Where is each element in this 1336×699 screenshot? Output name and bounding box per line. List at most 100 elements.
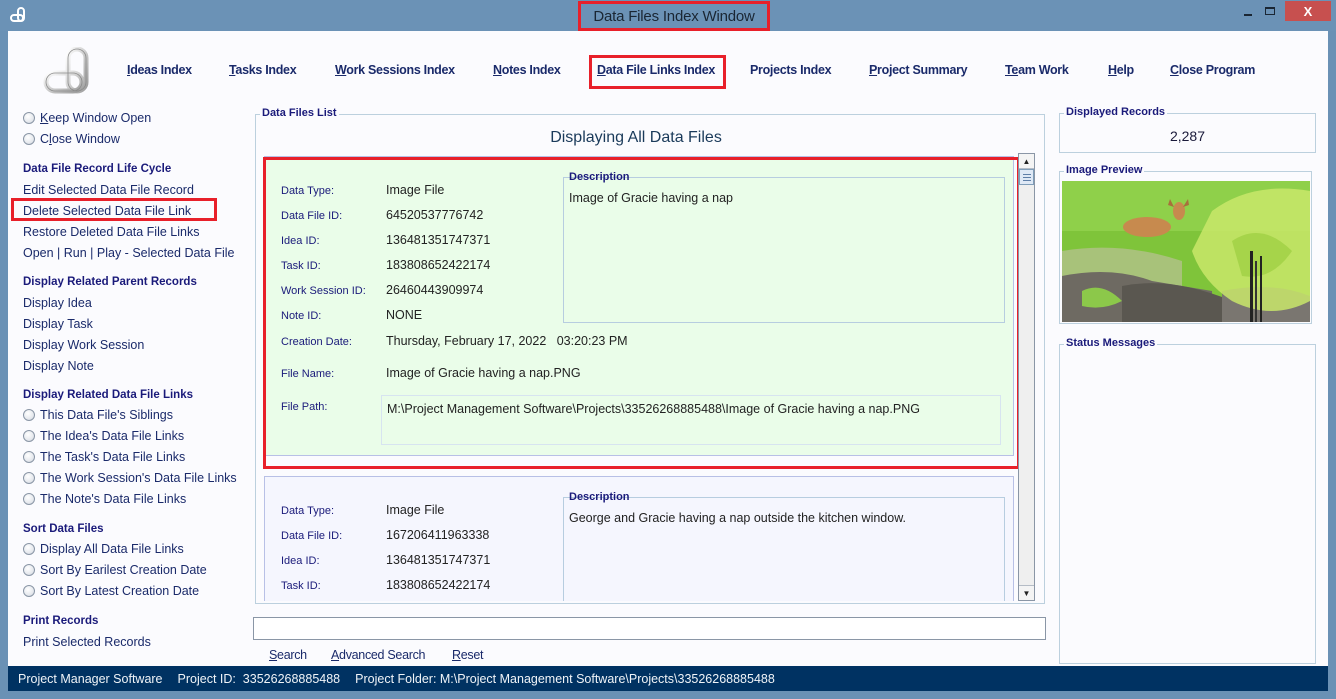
value-creation-date: Thursday, February 17, 2022 03:20:23 PM — [386, 334, 628, 348]
description-box: Description Image of Gracie having a nap — [563, 171, 1005, 323]
list-heading: Displaying All Data Files — [550, 129, 722, 146]
radio-icon — [23, 472, 35, 484]
records-list: Data Type: Image File Data File ID: 6452… — [264, 153, 1019, 601]
app-logo-icon — [10, 7, 25, 22]
search-input[interactable] — [253, 617, 1046, 640]
section-heading-sort: Sort Data Files — [23, 523, 104, 535]
scroll-thumb[interactable] — [1019, 169, 1034, 185]
radio-sort-latest[interactable]: Sort By Latest Creation Date — [23, 584, 199, 598]
minimize-button[interactable] — [1236, 0, 1260, 21]
edit-selected-record-link[interactable]: Edit Selected Data File Record — [23, 183, 194, 197]
status-project-id: Project ID: 33526268885488 — [177, 671, 341, 686]
displayed-records-group: Displayed Records 2,287 — [1059, 106, 1316, 153]
radio-icon — [23, 112, 35, 124]
record-card[interactable]: Data Type: Image File Data File ID: 1672… — [264, 476, 1014, 601]
radio-icon — [23, 451, 35, 463]
radio-work-session-links[interactable]: The Work Session's Data File Links — [23, 471, 237, 485]
description-label: Description — [569, 171, 630, 183]
status-messages-label: Status Messages — [1064, 337, 1158, 349]
close-button[interactable]: X — [1285, 1, 1331, 21]
delete-link-highlight-annotation — [11, 198, 217, 221]
label-data-type: Data Type: — [281, 185, 334, 197]
nav-ideas-index[interactable]: Ideas Index — [127, 63, 192, 77]
displayed-records-label: Displayed Records — [1064, 106, 1168, 118]
label-data-file-id: Data File ID: — [281, 530, 343, 542]
value-idea-id: 136481351747371 — [386, 553, 491, 567]
records-scrollbar[interactable]: ▲ ▼ — [1018, 153, 1035, 601]
value-data-type: Image File — [386, 503, 445, 517]
title-bar: Data Files Index Window X — [0, 0, 1336, 31]
nav-tasks-index[interactable]: Tasks Index — [229, 63, 297, 77]
section-heading-lifecycle: Data File Record Life Cycle — [23, 163, 172, 175]
file-path-box: M:\Project Management Software\Projects\… — [381, 395, 1001, 445]
displayed-records-value: 2,287 — [1169, 128, 1206, 144]
data-files-list-group: Data Files List Displaying All Data File… — [255, 107, 1045, 604]
chain-link-logo-icon — [43, 47, 89, 94]
data-files-list-label: Data Files List — [260, 107, 339, 119]
radio-keep-window-open[interactable]: Keep Window Open — [23, 111, 151, 125]
label-file-name: File Name: — [281, 368, 335, 380]
radio-icon — [23, 585, 35, 597]
radio-siblings[interactable]: This Data File's Siblings — [23, 408, 173, 422]
radio-icon — [23, 543, 35, 555]
reset-button[interactable]: Reset — [452, 648, 483, 662]
label-idea-id: Idea ID: — [281, 235, 320, 247]
value-data-type: Image File — [386, 183, 445, 197]
description-box: Description George and Gracie having a n… — [563, 491, 1005, 601]
section-heading-print: Print Records — [23, 615, 99, 627]
record-card[interactable]: Data Type: Image File Data File ID: 6452… — [264, 156, 1014, 456]
nav-notes-index[interactable]: Notes Index — [493, 63, 561, 77]
display-note-link[interactable]: Display Note — [23, 359, 94, 373]
section-heading-related: Display Related Data File Links — [23, 389, 194, 401]
status-project-folder: Project Folder: M:\Project Management So… — [355, 671, 775, 686]
radio-icon — [23, 133, 35, 145]
open-run-play-link[interactable]: Open | Run | Play - Selected Data File — [23, 246, 234, 260]
nav-project-summary[interactable]: Project Summary — [869, 63, 968, 77]
scroll-up-arrow-icon[interactable]: ▲ — [1019, 154, 1034, 169]
window-title: Data Files Index Window — [578, 1, 770, 31]
radio-close-window[interactable]: Cl ose Window — [23, 132, 120, 146]
radio-icon — [23, 409, 35, 421]
image-preview-label: Image Preview — [1064, 164, 1145, 176]
label-file-path: File Path: — [281, 401, 328, 413]
advanced-search-button[interactable]: Advanced Search — [331, 648, 425, 662]
label-note-id: Note ID: — [281, 310, 322, 322]
radio-note-links[interactable]: The Note's Data File Links — [23, 492, 186, 506]
display-work-session-link[interactable]: Display Work Session — [23, 338, 144, 352]
value-task-id: 183808652422174 — [386, 258, 491, 272]
minimize-icon — [1244, 13, 1252, 16]
radio-icon — [23, 564, 35, 576]
value-idea-id: 136481351747371 — [386, 233, 491, 247]
nav-close-program[interactable]: Close Program — [1170, 63, 1255, 77]
description-text: George and Gracie having a nap outside t… — [569, 511, 907, 525]
nav-team-work[interactable]: Team Work — [1005, 63, 1069, 77]
label-work-session-id: Work Session ID: — [281, 285, 366, 297]
label-idea-id: Idea ID: — [281, 555, 320, 567]
label-task-id: Task ID: — [281, 580, 321, 592]
radio-icon — [23, 493, 35, 505]
nav-work-sessions-index[interactable]: Work Sessions Index — [335, 63, 455, 77]
label-data-type: Data Type: — [281, 505, 334, 517]
value-work-session-id: 26460443909974 — [386, 283, 484, 297]
image-preview-deer-photo — [1062, 181, 1310, 322]
description-text: Image of Gracie having a nap — [569, 191, 733, 205]
display-task-link[interactable]: Display Task — [23, 317, 93, 331]
restore-deleted-links[interactable]: Restore Deleted Data File Links — [23, 225, 199, 239]
status-app-name: Project Manager Software — [18, 671, 163, 686]
status-messages-group: Status Messages — [1059, 337, 1316, 664]
scroll-down-arrow-icon[interactable]: ▼ — [1019, 585, 1034, 600]
radio-idea-links[interactable]: The Idea's Data File Links — [23, 429, 184, 443]
radio-task-links[interactable]: The Task's Data File Links — [23, 450, 185, 464]
nav-projects-index[interactable]: Projects Index — [750, 63, 832, 77]
print-selected-link[interactable]: Print Selected Records — [23, 635, 151, 649]
label-task-id: Task ID: — [281, 260, 321, 272]
value-file-path: M:\Project Management Software\Projects\… — [387, 402, 920, 416]
search-button[interactable]: Search — [269, 648, 307, 662]
maximize-button[interactable] — [1258, 0, 1282, 21]
label-creation-date: Creation Date: — [281, 336, 352, 348]
display-idea-link[interactable]: Display Idea — [23, 296, 92, 310]
radio-display-all[interactable]: Display All Data File Links — [23, 542, 184, 556]
radio-sort-earliest[interactable]: Sort By Earilest Creation Date — [23, 563, 207, 577]
nav-help[interactable]: Help — [1108, 63, 1134, 77]
window-client: Ideas Index Tasks Index Work Sessions In… — [8, 31, 1328, 666]
